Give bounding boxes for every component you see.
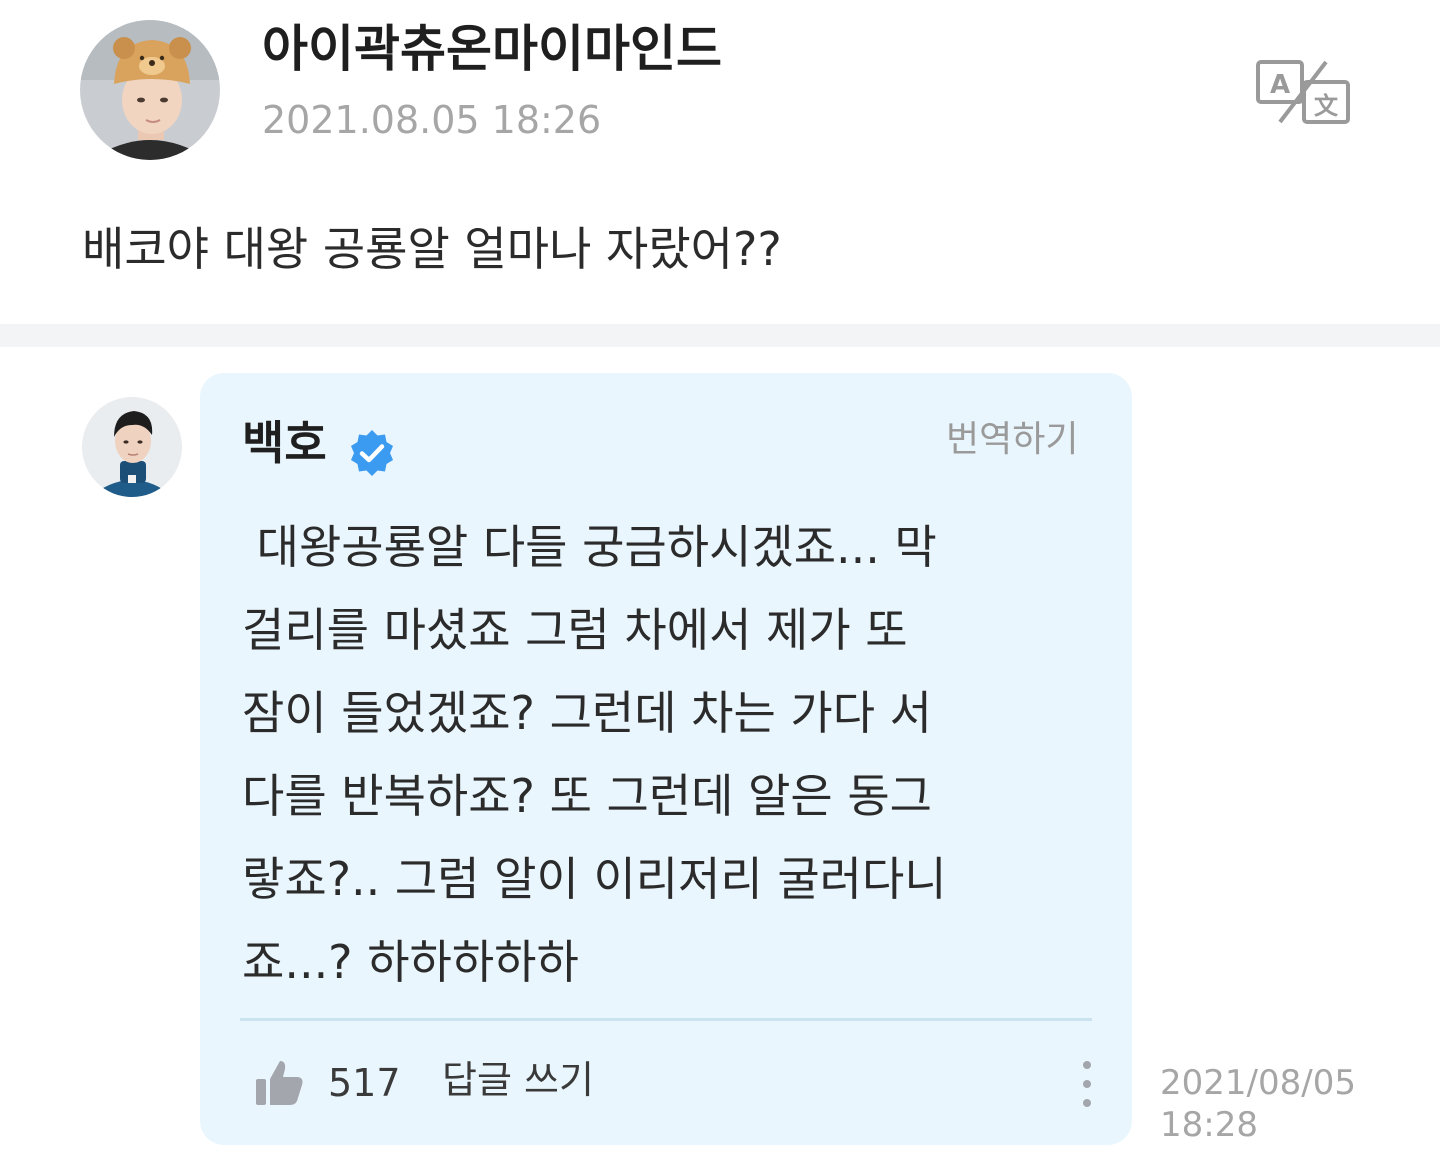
write-reply-button[interactable]: 답글 쓰기 bbox=[442, 1058, 594, 1104]
reply-footer-divider bbox=[240, 1018, 1092, 1021]
reply-author-avatar[interactable] bbox=[82, 397, 182, 497]
avatar-image bbox=[82, 397, 182, 497]
svg-text:文: 文 bbox=[1314, 92, 1339, 120]
post-timestamp: 2021.08.05 18:26 bbox=[262, 98, 602, 142]
reply-text-line: 대왕공룡알 다들 궁금하시겠죠... 막 bbox=[242, 520, 937, 574]
like-count: 517 bbox=[328, 1061, 401, 1105]
reply-text-line: 다를 반복하죠? 또 그런데 알은 동그 bbox=[242, 769, 933, 823]
reply-text-line: 죠...? 하하하하하 bbox=[242, 935, 579, 989]
thumbs-up-icon[interactable] bbox=[254, 1057, 306, 1109]
reply-text-line: 랗죠?.. 그럼 알이 이리저리 굴러다니 bbox=[242, 852, 947, 906]
section-divider bbox=[0, 324, 1440, 347]
reply-body-text: 대왕공룡알 다들 궁금하시겠죠... 막 걸리를 마셨죠 그럼 차에서 제가 또… bbox=[242, 506, 1102, 1004]
svg-text:A: A bbox=[1270, 70, 1290, 100]
post-author-name[interactable]: 아이곽츄온마이마인드 bbox=[262, 22, 722, 77]
translate-link[interactable]: 번역하기 bbox=[946, 418, 1078, 461]
reply-text-line: 걸리를 마셨죠 그럼 차에서 제가 또 bbox=[242, 603, 908, 657]
reply-author-name[interactable]: 백호 bbox=[242, 418, 327, 469]
avatar-image bbox=[80, 20, 220, 160]
reply-time: 18:28 bbox=[1160, 1105, 1258, 1145]
post-author-avatar[interactable] bbox=[80, 20, 220, 160]
reply-timestamp: 2021/08/05 18:28 bbox=[1160, 1062, 1380, 1146]
verified-badge-icon bbox=[347, 428, 397, 478]
more-vertical-icon[interactable] bbox=[1072, 1058, 1102, 1110]
post-body-text: 배코야 대왕 공룡알 얼마나 자랐어?? bbox=[82, 222, 782, 276]
reply-date: 2021/08/05 bbox=[1160, 1063, 1356, 1103]
reply-text-line: 잠이 들었겠죠? 그런데 차는 가다 서 bbox=[242, 686, 933, 740]
translate-icon[interactable]: A 文 bbox=[1252, 56, 1356, 128]
